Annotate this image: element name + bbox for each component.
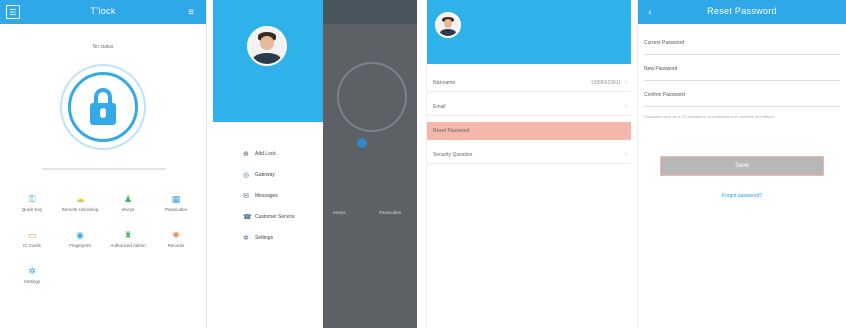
dimmed-label: eKeys xyxy=(333,210,346,215)
dimmed-label: Passcodes xyxy=(379,210,402,215)
save-button[interactable]: Save xyxy=(660,156,824,176)
keypad-icon: ▦ xyxy=(171,194,181,204)
grid-item-settings[interactable]: ✲ Settings xyxy=(8,266,56,300)
drawer-item-settings[interactable]: ✲ Settings xyxy=(243,234,273,242)
grid-item-label: Settings xyxy=(23,279,41,284)
grid-item-passcodes[interactable]: ▦ Passcodes xyxy=(152,194,200,228)
grid-item-quick-key[interactable]: ⚿ Quick Key xyxy=(8,194,56,228)
avatar[interactable] xyxy=(247,26,287,66)
grid-item-fingerprint[interactable]: ◉ Fingerprint xyxy=(56,230,104,264)
profile-header xyxy=(427,0,631,64)
plus-icon: ⊕ xyxy=(243,151,249,158)
cloud-unlock-icon: ☁ xyxy=(75,194,85,204)
grid-item-records[interactable]: ✺ Records xyxy=(152,230,200,264)
chevron-right-icon: › xyxy=(625,127,627,134)
settings-row-security-question[interactable]: Security Question › xyxy=(427,146,631,164)
grid-item-label: Quick Key xyxy=(21,207,43,212)
main-screen: ☰ Tʼlock ≡ No status ⚿ Quick Key ☁ Remot… xyxy=(0,0,207,328)
grid-item-ic-cards[interactable]: ▭ IC Cards xyxy=(8,230,56,264)
lock-status: No status xyxy=(92,44,114,50)
page-title: Reset Password xyxy=(707,6,777,16)
row-label: Security Question xyxy=(433,151,473,158)
person-key-icon: ♟ xyxy=(123,194,133,204)
drawer-item-label: Add Lock xyxy=(255,151,276,157)
settings-row-nickname[interactable]: Nickname 13896523811 › xyxy=(427,74,631,92)
key-icon: ⚿ xyxy=(28,194,36,204)
admin-icon: ♜ xyxy=(123,230,133,240)
account-screen: Nickname 13896523811 › Email › Reset Pas… xyxy=(426,0,631,328)
app-title: Tʼlock xyxy=(90,6,116,16)
fingerprint-icon: ◉ xyxy=(76,230,84,240)
records-icon: ✺ xyxy=(172,230,180,240)
drawer-item-label: Customer Service xyxy=(255,214,295,220)
gateway-icon: ◎ xyxy=(243,172,250,179)
password-hint: Password must be 6-20 characters, a comb… xyxy=(644,114,775,119)
row-value: 13896523811 xyxy=(590,79,621,86)
chevron-right-icon: › xyxy=(625,151,627,158)
drawer-item-label: Messages xyxy=(255,193,278,199)
navigation-drawer: ⊕ Add Lock ◎ Gateway ✉ Messages ☎ Customer S… xyxy=(213,0,323,328)
grid-item-label: Passcodes xyxy=(164,207,187,212)
row-label: Nickname xyxy=(433,79,456,86)
reset-password-screen: ‹ Reset Password Current Password New Pa… xyxy=(637,0,846,328)
grid-item-authorized-admin[interactable]: ♜ Authorized Admin xyxy=(104,230,152,264)
new-password-field[interactable] xyxy=(644,80,840,81)
settings-row-email[interactable]: Email › xyxy=(427,98,631,116)
row-label: Email xyxy=(433,103,446,110)
lock-keyhole xyxy=(100,108,106,118)
grid-item-label: Remote Unlocking xyxy=(61,207,99,212)
chevron-right-icon: › xyxy=(625,79,627,86)
grid-item-label: Records xyxy=(167,243,185,248)
confirm-password-field[interactable] xyxy=(644,106,840,107)
drawer-screen: eKeys Passcodes ⊕ Add Lock ◎ Gateway ✉ Mess… xyxy=(213,0,417,328)
grid-item-label: eKeys xyxy=(121,207,135,212)
drawer-item-messages[interactable]: ✉ Messages xyxy=(243,192,278,200)
top-bar: ‹ Reset Password xyxy=(638,0,846,24)
drawer-header xyxy=(213,0,323,122)
forgot-password-link[interactable]: Forgot password? xyxy=(638,193,846,199)
chevron-right-icon: › xyxy=(625,103,627,110)
grid-item-remote-unlocking[interactable]: ☁ Remote Unlocking xyxy=(56,194,104,228)
drawer-item-label: Settings xyxy=(255,235,274,241)
service-icon: ☎ xyxy=(243,214,252,221)
grid-item-label: Fingerprint xyxy=(69,243,91,248)
more-menu-icon[interactable]: ≡ xyxy=(184,5,198,19)
dimmed-lock-icon xyxy=(357,138,367,148)
drawer-item-add-lock[interactable]: ⊕ Add Lock xyxy=(243,150,276,158)
divider-line xyxy=(42,168,166,170)
grid-item-ekeys[interactable]: ♟ eKeys xyxy=(104,194,152,228)
current-password-label: Current Password xyxy=(644,40,685,46)
drawer-item-label: Gateway xyxy=(255,172,275,178)
confirm-password-label: Confirm Password xyxy=(644,92,685,98)
message-icon: ✉ xyxy=(243,193,249,200)
new-password-label: New Password xyxy=(644,66,678,72)
row-label: Reset Password xyxy=(433,127,470,134)
settings-row-reset-password[interactable]: Reset Password › xyxy=(427,122,631,140)
drawer-item-gateway[interactable]: ◎ Gateway xyxy=(243,171,275,179)
dimmed-top-bar xyxy=(323,0,417,24)
drawer-item-customer-service[interactable]: ☎ Customer Service xyxy=(243,213,295,221)
grid-item-label: Authorized Admin xyxy=(110,243,146,248)
gear-icon: ✲ xyxy=(28,266,36,276)
avatar[interactable] xyxy=(435,12,461,38)
grid-item-label: IC Cards xyxy=(23,243,41,248)
dimmed-lock-ring xyxy=(337,62,407,132)
gear-icon: ✲ xyxy=(243,235,249,242)
lock-icon xyxy=(94,88,112,104)
card-icon: ▭ xyxy=(27,230,37,240)
current-password-field[interactable] xyxy=(644,54,840,55)
top-bar: ☰ Tʼlock ≡ xyxy=(0,0,206,24)
